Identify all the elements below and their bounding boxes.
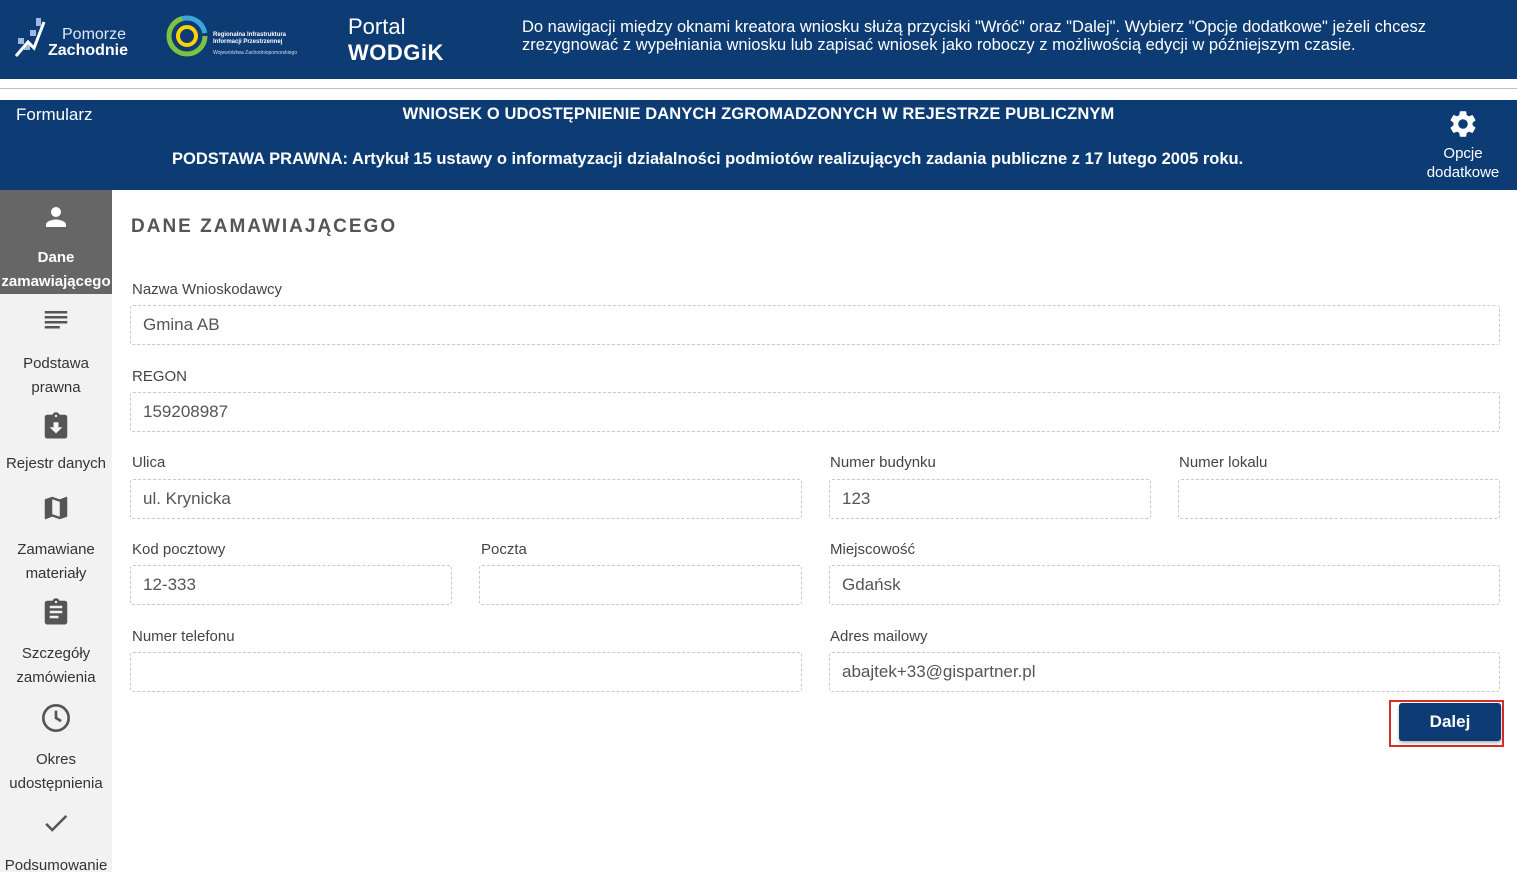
form-title: WNIOSEK O UDOSTĘPNIENIE DANYCH ZGROMADZO… [402,105,1115,123]
poczta-label: Poczta [481,541,527,558]
check-icon [45,814,68,832]
step-label: prawna [31,379,81,396]
divider-line [0,88,1517,89]
regon-input[interactable] [130,392,1500,432]
options-line2: dodatkowe [1426,164,1500,181]
navigation-note: Do nawigacji między oknami kreatora wnio… [522,18,1427,54]
form-header: Formularz WNIOSEK O UDOSTĘPNIENIE DANYCH… [0,100,1517,190]
kod-pocztowy-input[interactable] [130,565,452,605]
nazwa-input[interactable] [130,305,1500,345]
gear-icon [1450,111,1476,137]
numer-lokalu-input[interactable] [1178,479,1500,519]
step-szczegoly-zamowienia[interactable]: Szczegóły zamówienia [0,596,112,690]
numer-lokalu-label: Numer lokalu [1179,454,1268,471]
miejscowosc-input[interactable] [829,565,1500,605]
step-dane-zamawiajacego[interactable]: Dane zamawiającego [0,190,112,294]
step-zamawiane-materialy[interactable]: Zamawiane materiały [0,492,112,586]
miejscowosc-label: Miejscowość [830,541,916,558]
step-label: zamówienia [16,669,96,686]
numer-budynku-input[interactable] [829,479,1151,519]
step-rejestr-danych[interactable]: Rejestr danych [0,410,112,476]
lines-icon [44,311,68,329]
step-podstawa-prawna[interactable]: Podstawa prawna [0,306,112,400]
step-label: Dane [37,249,75,266]
legal-basis: PODSTAWA PRAWNA: Artykuł 15 ustawy o inf… [172,150,1244,168]
map-icon [44,496,68,520]
top-header: Pomorze Zachodnie Regionalna Infrastrukt… [0,0,1517,79]
telefon-label: Numer telefonu [132,628,235,645]
riip-logo-icon [166,15,208,57]
clock-icon [42,704,70,732]
numer-budynku-label: Numer budynku [830,454,936,471]
options-button[interactable]: Opcje dodatkowe [1418,108,1508,182]
poczta-input[interactable] [479,565,802,605]
logo2-line2: Informacji Przestrzennej [213,39,283,45]
step-label: udostępnienia [9,775,103,792]
logo2-line3: Województwa Zachodniopomorskiego [213,50,298,56]
email-label: Adres mailowy [830,628,928,645]
portal-line1: Portal [348,14,406,39]
wizard-sidebar: Dane zamawiającego Podstawa prawna Rejes… [0,190,112,874]
regon-label: REGON [132,368,188,385]
clipboard-icon [44,598,68,625]
pomorze-logo-icon [14,18,46,57]
options-line1: Opcje [1443,145,1483,162]
step-label: Podstawa [23,355,89,372]
step-label: Szczegóły [21,645,91,662]
portal-title[interactable]: Portal WODGiK [348,14,444,66]
step-label: Okres [35,751,76,768]
logo1-line2: Zachodnie [48,42,129,59]
portal-line2: WODGiK [348,40,444,65]
email-input[interactable] [829,652,1500,692]
step-label: Rejestr danych [5,455,107,472]
person-icon [46,207,66,227]
step-label: zamawiającego [1,273,111,290]
divider-area [0,79,1517,100]
ulica-label: Ulica [132,454,166,471]
nazwa-label: Nazwa Wnioskodawcy [132,281,283,298]
telefon-input[interactable] [130,652,802,692]
pomorze-zachodnie-logo[interactable]: Pomorze Zachodnie [14,12,134,62]
riip-logo[interactable]: Regionalna Infrastruktura Informacji Prz… [165,12,315,62]
kod-pocztowy-label: Kod pocztowy [132,541,226,558]
step-label: Zamawiane [17,541,95,558]
step-label: Podsumowanie [4,857,108,874]
next-button[interactable]: Dalej [1399,703,1501,741]
ulica-input[interactable] [130,479,802,519]
section-title: DANE ZAMAWIAJĄCEGO [131,216,398,237]
step-podsumowanie[interactable]: Podsumowanie [0,808,112,878]
logo2-line1: Regionalna Infrastruktura [213,32,287,38]
clipboard-download-icon [44,412,68,439]
step-okres-udostepnienia[interactable]: Okres udostępnienia [0,702,112,796]
step-label: materiały [25,565,87,582]
